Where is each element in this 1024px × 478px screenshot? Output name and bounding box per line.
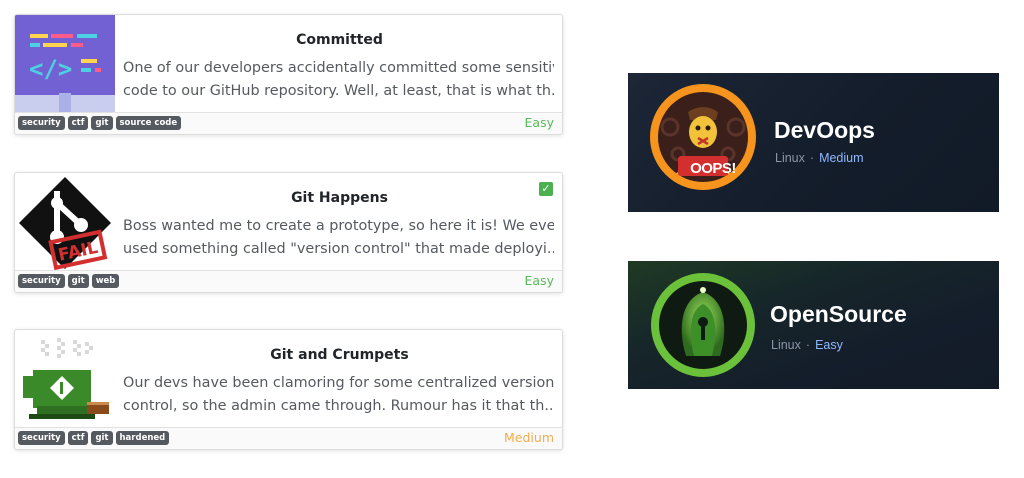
difficulty-label: Easy (524, 273, 554, 288)
tag-web[interactable]: web (91, 274, 120, 288)
machine-card-opensource[interactable]: OpenSource Linux · Easy (628, 261, 999, 389)
tag-git[interactable]: git (91, 431, 113, 445)
room-title[interactable]: Committed (125, 32, 554, 48)
meta-separator: · (809, 151, 815, 165)
room-card-footer: security ctf git source code Easy (15, 112, 562, 134)
code-editor-icon: </> (15, 15, 115, 113)
room-description-line: control, so the admin came through. Rumo… (123, 398, 554, 414)
git-fail-icon: FAIL (15, 173, 115, 271)
machine-os: Linux (771, 338, 801, 352)
room-title[interactable]: Git Happens (125, 190, 554, 206)
room-card-git-and-crumpets[interactable]: Git and Crumpets Our devs have been clam… (14, 329, 563, 450)
room-description-line: code to our GitHub repository. Well, at … (123, 83, 554, 99)
tag-list: security ctf git source code (18, 116, 182, 130)
tag-list: security ctf git hardened (18, 431, 170, 445)
machine-difficulty: Easy (815, 338, 843, 352)
opensource-logo-icon (648, 270, 758, 380)
tag-security[interactable]: security (18, 274, 65, 288)
meta-separator: · (805, 338, 811, 352)
logo-text: OOPS! (690, 160, 736, 177)
tag-ctf[interactable]: ctf (67, 431, 89, 445)
machine-os: Linux (775, 151, 805, 165)
machine-card-devoops[interactable]: OOPS! DevOops Linux · Medium (628, 73, 999, 212)
difficulty-label: Easy (524, 115, 554, 130)
tag-hardened[interactable]: hardened (115, 431, 170, 445)
room-description: Our devs have been clamoring for some ce… (123, 372, 554, 418)
tag-security[interactable]: security (18, 431, 65, 445)
room-description-line: One of our developers accidentally commi… (123, 60, 554, 76)
room-description: Boss wanted me to create a prototype, so… (123, 215, 554, 261)
room-card-committed[interactable]: </> Committed One of our developers acci… (14, 14, 563, 135)
tag-security[interactable]: security (18, 116, 65, 130)
machine-meta: Linux · Easy (771, 338, 843, 352)
tag-git[interactable]: git (67, 274, 89, 288)
room-card-git-happens[interactable]: FAIL ✓ Git Happens Boss wanted me to cre… (14, 172, 563, 293)
machine-name[interactable]: DevOops (774, 117, 875, 144)
tag-list: security git web (18, 274, 120, 288)
room-description-line: Boss wanted me to create a prototype, so… (123, 218, 554, 234)
tag-ctf[interactable]: ctf (67, 116, 89, 130)
machine-meta: Linux · Medium (775, 151, 864, 165)
git-mug-icon (15, 330, 115, 428)
room-card-footer: security git web Easy (15, 270, 562, 292)
room-title[interactable]: Git and Crumpets (125, 347, 554, 363)
room-description-line: used something called "version control" … (123, 241, 554, 257)
difficulty-label: Medium (504, 430, 554, 445)
svg-text:</>: </> (29, 55, 72, 83)
machine-difficulty: Medium (819, 151, 864, 165)
room-description-line: Our devs have been clamoring for some ce… (123, 375, 554, 391)
machine-name[interactable]: OpenSource (770, 301, 907, 328)
tag-source-code[interactable]: source code (115, 116, 182, 130)
room-card-footer: security ctf git hardened Medium (15, 427, 562, 449)
tag-git[interactable]: git (91, 116, 113, 130)
room-description: One of our developers accidentally commi… (123, 57, 554, 103)
